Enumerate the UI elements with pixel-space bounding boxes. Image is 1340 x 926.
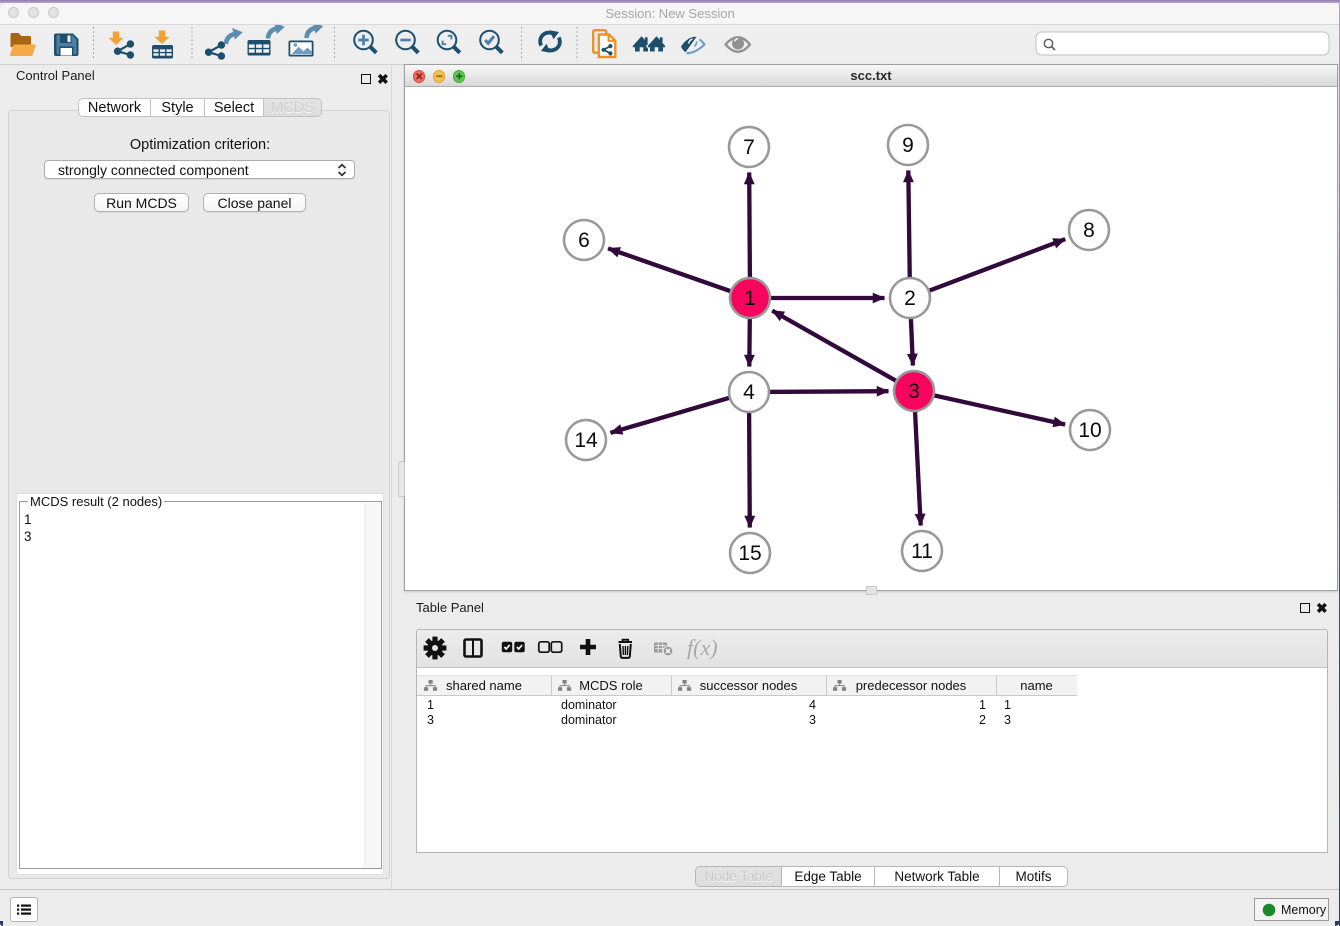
svg-text:4: 4 <box>743 381 755 404</box>
svg-text:1: 1 <box>744 287 756 310</box>
svg-text:11: 11 <box>911 540 933 563</box>
svg-text:14: 14 <box>574 429 598 452</box>
svg-text:8: 8 <box>1083 219 1095 242</box>
svg-text:f(x): f(x) <box>687 635 718 660</box>
svg-text:3: 3 <box>908 380 920 403</box>
svg-text:10: 10 <box>1078 419 1101 442</box>
svg-text:15: 15 <box>738 542 761 565</box>
svg-text:9: 9 <box>902 134 914 157</box>
svg-text:7: 7 <box>743 136 755 159</box>
svg-text:2: 2 <box>904 287 916 310</box>
svg-text:6: 6 <box>578 229 590 252</box>
